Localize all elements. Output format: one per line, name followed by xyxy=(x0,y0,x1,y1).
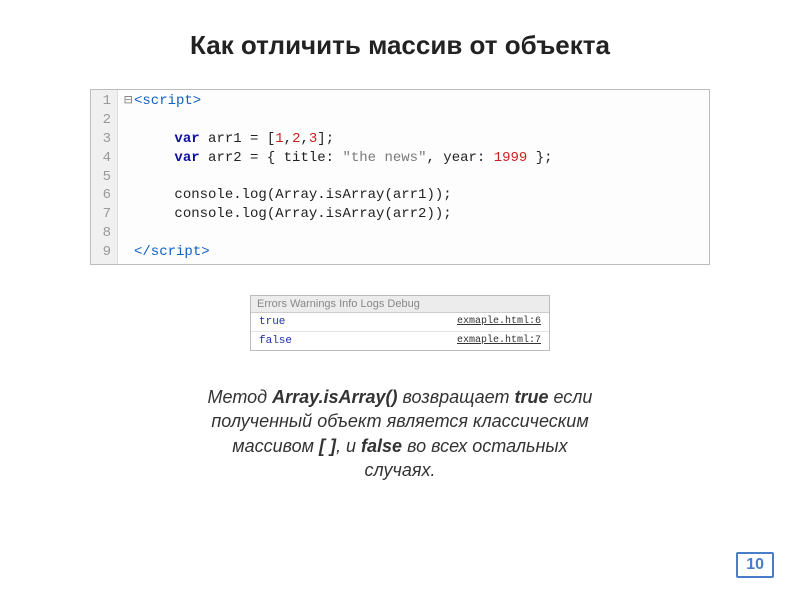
code-block: 1 2 3 4 5 6 7 8 9 ⊟<script> var arr1 = [… xyxy=(90,89,710,265)
desc-text: если xyxy=(548,387,592,407)
code-token: 1 xyxy=(275,131,283,147)
code-token: console.log(Array.isArray(arr1)); xyxy=(174,187,451,203)
code-token: var xyxy=(174,131,199,147)
line-number: 1 xyxy=(97,92,111,111)
line-number: 3 xyxy=(97,130,111,149)
console-row: false exmaple.html:7 xyxy=(251,332,549,350)
page-number: 10 xyxy=(736,552,774,578)
code-token: "the news" xyxy=(342,150,426,166)
console-value: true xyxy=(259,316,285,328)
line-gutter: 1 2 3 4 5 6 7 8 9 xyxy=(91,90,118,264)
console-source: exmaple.html:6 xyxy=(457,316,541,328)
desc-text: случаях. xyxy=(365,460,436,480)
line-number: 6 xyxy=(97,186,111,205)
slide-title: Как отличить массив от объекта xyxy=(50,30,750,61)
console-source: exmaple.html:7 xyxy=(457,335,541,347)
code-token: arr1 = [ xyxy=(200,131,276,147)
code-token: </scr xyxy=(134,244,176,260)
code-token: }; xyxy=(527,150,552,166)
desc-text: возвращает xyxy=(398,387,515,407)
console-row: true exmaple.html:6 xyxy=(251,313,549,332)
desc-text: во всех остальных xyxy=(402,436,568,456)
line-number: 8 xyxy=(97,224,111,243)
code-token: <script> xyxy=(134,93,201,109)
console-output: Errors Warnings Info Logs Debug true exm… xyxy=(250,295,550,351)
code-token: , year: xyxy=(426,150,493,166)
description: Метод Array.isArray() возвращает true ес… xyxy=(80,385,720,482)
line-number: 4 xyxy=(97,149,111,168)
code-token: , xyxy=(300,131,308,147)
line-number: 5 xyxy=(97,168,111,187)
desc-text: , и xyxy=(336,436,361,456)
desc-text: массивом xyxy=(232,436,319,456)
desc-bold: Array.isArray() xyxy=(272,387,397,407)
fold-icon: ⊟ xyxy=(124,92,134,111)
code-token: var xyxy=(174,150,199,166)
console-value: false xyxy=(259,335,292,347)
code-token: ]; xyxy=(317,131,334,147)
desc-text: полученный объект является классическим xyxy=(211,411,588,431)
code-token: 1999 xyxy=(494,150,528,166)
console-tabs: Errors Warnings Info Logs Debug xyxy=(251,296,549,313)
desc-text: Метод xyxy=(208,387,273,407)
line-number: 9 xyxy=(97,243,111,262)
code-content: ⊟<script> var arr1 = [1,2,3]; var arr2 =… xyxy=(118,90,709,264)
code-token: ipt> xyxy=(176,244,210,260)
line-number: 2 xyxy=(97,111,111,130)
desc-bold: [ ] xyxy=(319,436,336,456)
code-token: arr2 = { title: xyxy=(200,150,343,166)
line-number: 7 xyxy=(97,205,111,224)
code-token: console.log(Array.isArray(arr2)); xyxy=(174,206,451,222)
desc-bold: true xyxy=(514,387,548,407)
desc-bold: false xyxy=(361,436,402,456)
code-token: , xyxy=(284,131,292,147)
